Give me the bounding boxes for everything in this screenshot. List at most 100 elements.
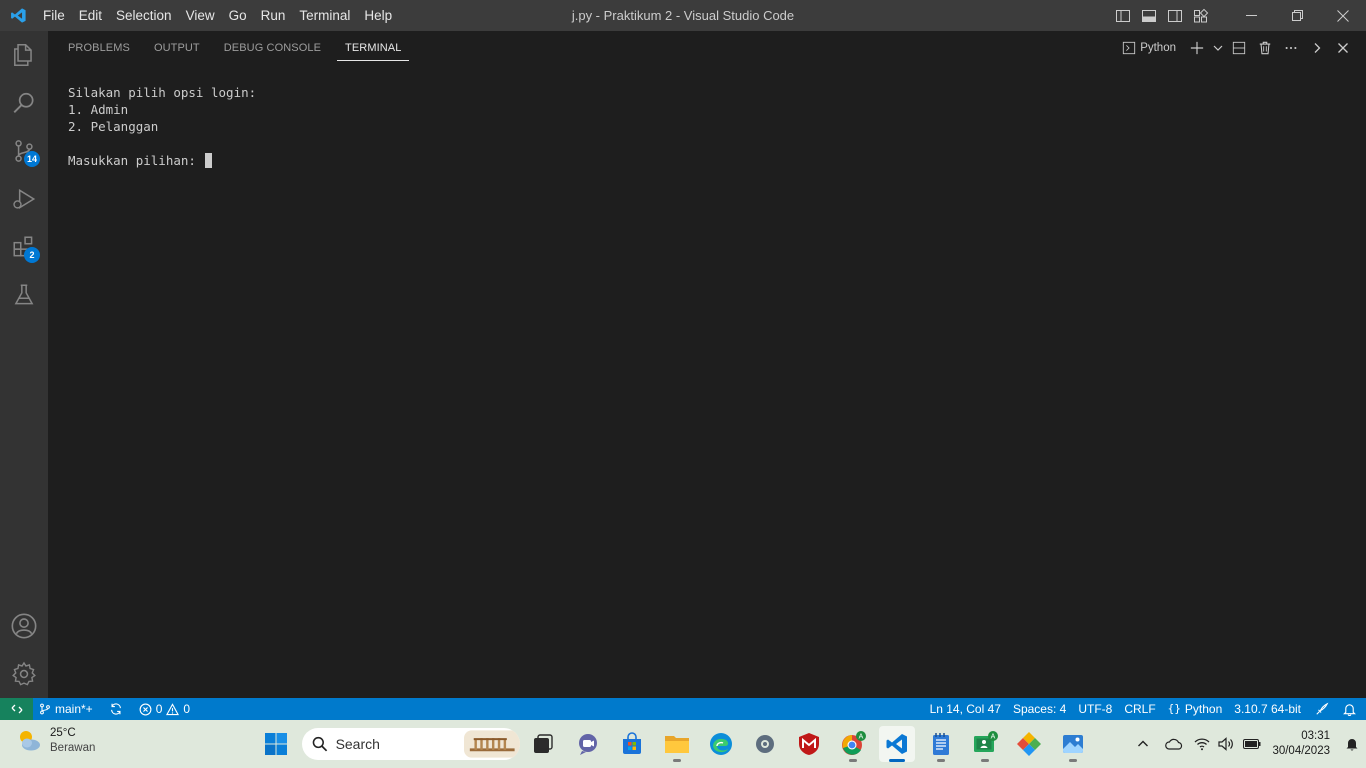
file-explorer-icon[interactable] [659, 726, 695, 762]
svg-text:A: A [859, 734, 864, 741]
close-window-icon[interactable] [1320, 0, 1366, 31]
git-branch[interactable]: main*+ [33, 698, 99, 720]
photos-app-icon[interactable] [1055, 726, 1091, 762]
vscode-logo-icon[interactable] [0, 0, 36, 31]
maximize-panel-chevron-right-icon[interactable] [1304, 31, 1330, 64]
source-control-icon[interactable]: 14 [0, 127, 48, 175]
search-input[interactable] [335, 736, 456, 752]
teams-chat-icon[interactable] [570, 726, 606, 762]
toggle-primary-sidebar-icon[interactable] [1110, 0, 1136, 31]
notifications-bell-icon[interactable] [1337, 698, 1366, 720]
python-interpreter[interactable]: 3.10.7 64-bit [1228, 698, 1307, 720]
taskbar-clock[interactable]: 03:31 30/04/2023 [1266, 729, 1338, 759]
menu-terminal[interactable]: Terminal [292, 0, 357, 31]
vscode-taskbar-icon[interactable] [879, 726, 915, 762]
restore-icon[interactable] [1274, 0, 1320, 31]
clock-time: 03:31 [1301, 730, 1330, 742]
menu-bar: File Edit Selection View Go Run Terminal… [36, 0, 399, 31]
menu-edit[interactable]: Edit [72, 0, 109, 31]
close-panel-icon[interactable] [1330, 31, 1356, 64]
testing-icon[interactable] [0, 271, 48, 319]
feedback-icon[interactable] [1307, 698, 1337, 720]
tab-output[interactable]: OUTPUT [146, 31, 208, 66]
menu-selection[interactable]: Selection [109, 0, 179, 31]
toggle-secondary-sidebar-icon[interactable] [1162, 0, 1188, 31]
warning-icon [166, 702, 180, 715]
more-actions-ellipsis-icon[interactable] [1278, 31, 1304, 64]
cursor-position[interactable]: Ln 14, Col 47 [924, 698, 1007, 720]
indentation[interactable]: Spaces: 4 [1007, 698, 1072, 720]
tab-debug-console[interactable]: DEBUG CONSOLE [216, 31, 329, 66]
new-terminal-plus-icon[interactable] [1184, 31, 1210, 64]
panel-actions: Python [1122, 31, 1356, 64]
running-indicator [937, 759, 945, 762]
explorer-icon[interactable] [0, 31, 48, 79]
error-count: 0 [155, 702, 163, 716]
svg-text:A: A [991, 734, 996, 741]
menu-run[interactable]: Run [254, 0, 293, 31]
task-view-icon[interactable] [525, 726, 561, 762]
terminal-line: 1. Admin [68, 102, 129, 117]
end-of-line[interactable]: CRLF [1118, 698, 1161, 720]
windows-start-icon[interactable] [258, 726, 294, 762]
activity-bar: 14 2 [0, 31, 48, 698]
extensions-icon[interactable]: 2 [0, 223, 48, 271]
notification-center-icon[interactable] [1338, 720, 1366, 768]
show-hidden-icons-chevron-up-icon[interactable] [1128, 720, 1158, 768]
encoding[interactable]: UTF-8 [1072, 698, 1118, 720]
weather-widget[interactable]: 25°C Berawan [14, 726, 95, 756]
manage-gear-icon[interactable] [0, 650, 48, 698]
extensions-badge: 2 [24, 247, 40, 263]
split-terminal-icon[interactable] [1226, 31, 1252, 64]
kill-terminal-trash-icon[interactable] [1252, 31, 1278, 64]
wifi-icon[interactable] [1190, 720, 1214, 768]
run-debug-icon[interactable] [0, 175, 48, 223]
tab-terminal[interactable]: TERMINAL [337, 31, 410, 61]
taskbar-search[interactable] [302, 728, 520, 760]
language-mode[interactable]: {} Python [1162, 698, 1229, 720]
minimize-icon[interactable] [1228, 0, 1274, 31]
microsoft-store-icon[interactable] [614, 726, 650, 762]
customize-layout-icon[interactable] [1188, 0, 1214, 31]
google-classroom-icon[interactable]: A [967, 726, 1003, 762]
sync-changes-icon[interactable] [99, 698, 133, 720]
mcafee-shield-icon[interactable] [791, 726, 827, 762]
menu-file[interactable]: File [36, 0, 72, 31]
terminal-launch-chevron-down-icon[interactable] [1210, 31, 1226, 64]
menu-help[interactable]: Help [357, 0, 399, 31]
search-icon[interactable] [0, 79, 48, 127]
title-bar: File Edit Selection View Go Run Terminal… [0, 0, 1366, 31]
battery-icon[interactable] [1238, 720, 1266, 768]
language-label: Python [1184, 702, 1223, 716]
chrome-browser-icon[interactable]: A [835, 726, 871, 762]
menu-go[interactable]: Go [222, 0, 254, 31]
volume-speaker-icon[interactable] [1214, 720, 1238, 768]
edge-browser-icon[interactable] [703, 726, 739, 762]
onedrive-cloud-icon[interactable] [1158, 720, 1190, 768]
terminal-output[interactable]: Silakan pilih opsi login: 1. Admin 2. Pela… [68, 84, 256, 169]
toggle-panel-icon[interactable] [1136, 0, 1162, 31]
notepad-icon[interactable] [923, 726, 959, 762]
search-icon [312, 736, 328, 752]
problems-indicator[interactable]: 0 0 [133, 698, 196, 720]
menu-view[interactable]: View [179, 0, 222, 31]
search-highlight-image-icon [463, 730, 520, 758]
status-bar: main*+ 0 0 Ln 14, Col 47 Spaces: 4 UTF-8… [0, 698, 1366, 720]
settings-gear-icon[interactable] [747, 726, 783, 762]
terminal-cursor [205, 153, 213, 168]
active-indicator [889, 759, 905, 762]
running-indicator [849, 759, 857, 762]
braces-icon: {} [1167, 702, 1181, 715]
clock-date: 30/04/2023 [1272, 745, 1330, 757]
running-indicator [981, 759, 989, 762]
remote-indicator-icon[interactable] [0, 698, 33, 720]
terminal-panel: PROBLEMS OUTPUT DEBUG CONSOLE TERMINAL P… [48, 31, 1366, 698]
accounts-icon[interactable] [0, 602, 48, 650]
tab-problems[interactable]: PROBLEMS [60, 31, 138, 66]
terminal-prompt-icon [1123, 41, 1136, 54]
diamond-app-icon[interactable] [1011, 726, 1047, 762]
error-icon [139, 703, 152, 715]
terminal-profile-selector[interactable]: Python [1122, 31, 1184, 64]
windows-taskbar: 25°C Berawan A [0, 720, 1366, 768]
